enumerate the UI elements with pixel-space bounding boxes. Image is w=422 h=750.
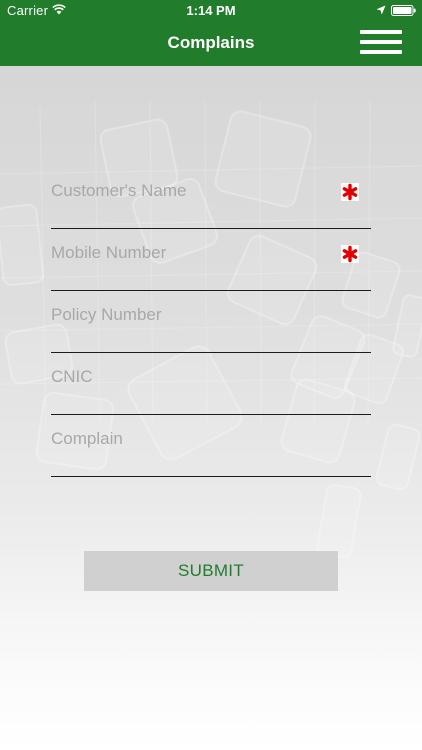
submit-button[interactable]: SUBMIT <box>84 551 338 591</box>
complains-screen: Carrier 1:14 PM Complains Customer's Nam… <box>0 0 422 750</box>
battery-icon <box>391 5 416 16</box>
customers-name-field <box>51 166 371 229</box>
status-bar: Carrier 1:14 PM <box>0 0 422 22</box>
status-time: 1:14 PM <box>186 3 236 18</box>
page-title: Complains <box>167 33 255 52</box>
customers-name-input[interactable] <box>51 178 331 204</box>
cnic-field <box>51 352 371 415</box>
complain-field <box>51 414 371 477</box>
policy-number-input[interactable] <box>51 302 331 328</box>
cnic-input[interactable] <box>51 364 331 390</box>
required-asterisk-icon <box>341 245 359 263</box>
app-header: Carrier 1:14 PM Complains <box>0 0 422 66</box>
policy-number-field <box>51 290 371 353</box>
complain-input[interactable] <box>51 426 331 452</box>
mobile-number-field <box>51 228 371 291</box>
form-area: SUBMIT <box>0 66 422 750</box>
location-icon <box>376 5 386 15</box>
hamburger-menu-icon[interactable] <box>360 30 402 54</box>
required-asterisk-icon <box>341 183 359 201</box>
mobile-number-input[interactable] <box>51 240 331 266</box>
